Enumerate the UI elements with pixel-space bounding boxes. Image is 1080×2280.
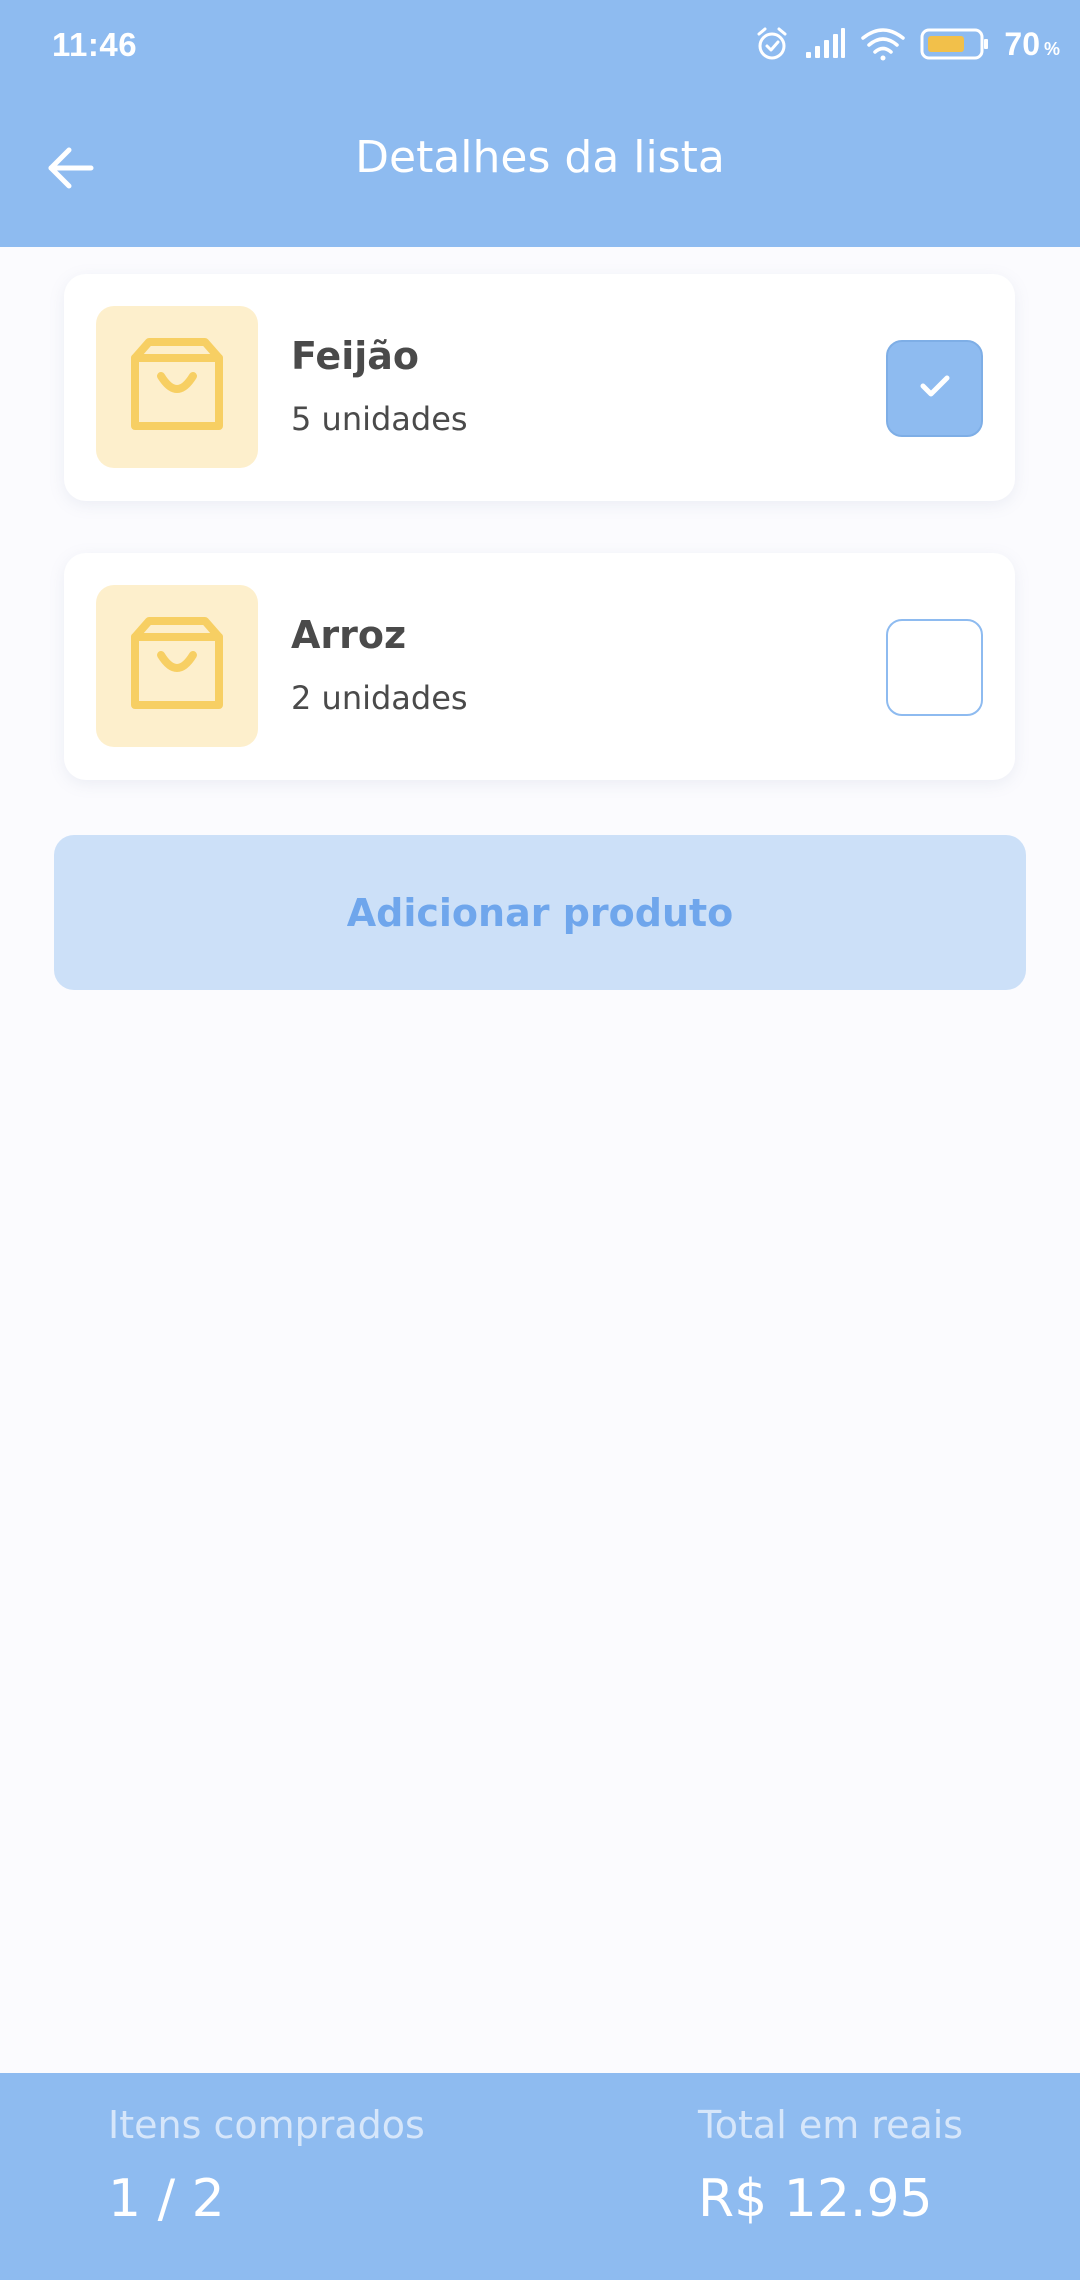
app-screen: 11:46 70 % Detalhes da lista Feijão 5 un… [0, 0, 1080, 2280]
product-thumbnail [96, 306, 258, 468]
total-label: Total em reais [698, 2103, 964, 2147]
battery-percent: 70 % [1004, 26, 1060, 63]
product-quantity: 5 unidades [291, 400, 468, 438]
product-thumbnail [96, 585, 258, 747]
product-item-feijao[interactable]: Feijão 5 unidades [64, 274, 1015, 501]
alarm-icon [754, 26, 790, 62]
purchased-summary: Itens comprados 1 / 2 [108, 2103, 425, 2229]
purchased-checkbox[interactable] [886, 340, 983, 437]
purchased-checkbox[interactable] [886, 619, 983, 716]
total-summary: Total em reais R$ 12.95 [698, 2103, 963, 2229]
status-bar: 11:46 70 % [0, 0, 1080, 88]
wifi-icon [860, 26, 906, 62]
battery-icon [920, 27, 990, 61]
purchased-count: 1 / 2 [108, 2169, 225, 2229]
summary-footer: Itens comprados 1 / 2 Total em reais R$ … [0, 2073, 1080, 2280]
add-product-button[interactable]: Adicionar produto [54, 835, 1026, 990]
status-time: 11:46 [52, 26, 138, 63]
battery-percent-unit: % [1043, 38, 1060, 59]
top-bar: 11:46 70 % Detalhes da lista [0, 0, 1080, 247]
total-value: R$ 12.95 [698, 2169, 933, 2229]
product-list: Feijão 5 unidades Arroz 2 unidades [64, 274, 1015, 832]
product-name: Feijão [291, 334, 419, 378]
product-item-arroz[interactable]: Arroz 2 unidades [64, 553, 1015, 780]
shopping-bag-icon [131, 615, 223, 718]
product-quantity: 2 unidades [291, 679, 468, 717]
product-name: Arroz [291, 613, 407, 657]
signal-icon [804, 28, 846, 60]
check-icon [920, 374, 950, 403]
status-icons: 70 % [754, 24, 1060, 64]
page-title: Detalhes da lista [355, 132, 725, 183]
battery-percent-value: 70 [1004, 25, 1040, 62]
app-header: Detalhes da lista [0, 88, 1080, 247]
purchased-label: Itens comprados [108, 2103, 425, 2147]
shopping-bag-icon [131, 336, 223, 439]
